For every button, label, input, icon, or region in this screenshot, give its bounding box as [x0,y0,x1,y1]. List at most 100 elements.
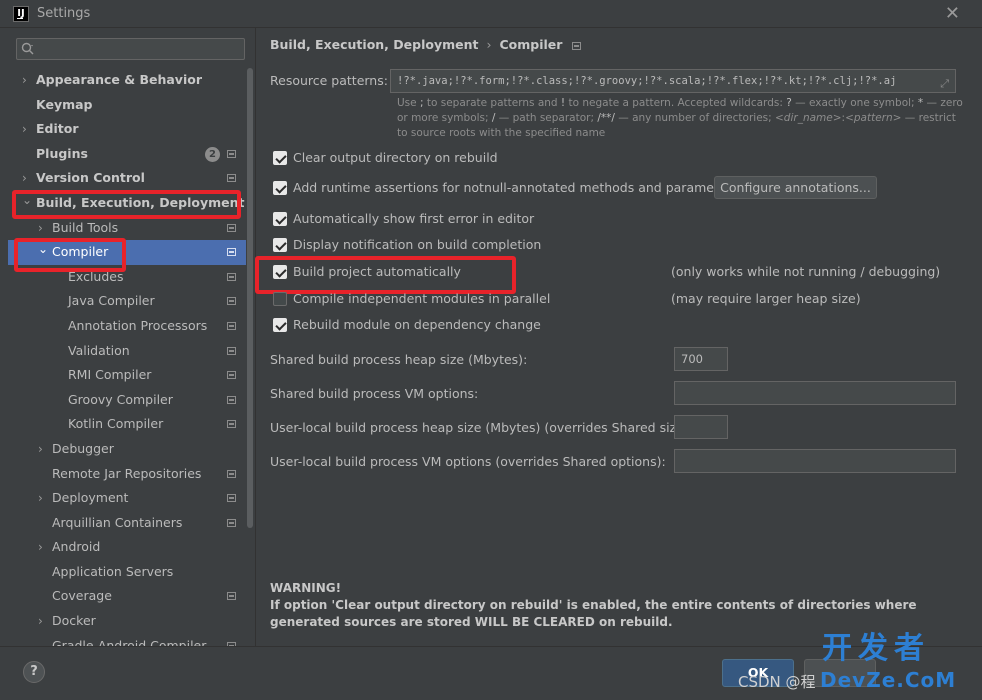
sidebar-item[interactable]: › Appearance & Behavior [8,68,246,93]
field-label: Shared build process VM options: [270,386,479,401]
warning-text: If option 'Clear output directory on reb… [270,598,917,629]
chevron-right-icon[interactable]: › [38,437,50,462]
sidebar-item[interactable]: Kotlin Compiler [8,412,246,437]
sidebar-item[interactable]: Application Servers [8,560,246,585]
sidebar-item-label: RMI Compiler [68,367,152,383]
chevron-right-icon[interactable]: › [38,486,50,511]
project-scope-icon [227,371,236,380]
chevron-right-icon[interactable]: › [22,68,34,93]
option-label[interactable]: Automatically show first error in editor [293,211,534,226]
sidebar-item[interactable]: › Docker [8,609,246,634]
sidebar-item-label: Build Tools [52,219,119,235]
sidebar-item[interactable]: Gradle-Android Compiler [8,634,246,646]
project-scope-icon [227,469,236,478]
search-icon [21,42,34,55]
field-input[interactable] [674,449,956,473]
brand-watermark: 开发者 [822,631,930,666]
option-checkbox[interactable] [273,181,287,195]
breadcrumb-parent[interactable]: Build, Execution, Deployment [270,37,478,52]
resource-patterns-hint: Use ; to separate patterns and ! to nega… [397,97,963,139]
close-icon[interactable]: ✕ [945,3,960,24]
sidebar-item[interactable]: Coverage [8,584,246,609]
project-scope-icon [227,248,236,257]
sidebar-item-label: Application Servers [52,563,174,579]
sidebar-item-label: Keymap [36,96,93,112]
field-label: Shared build process heap size (Mbytes): [270,352,528,367]
option-checkbox[interactable] [273,318,287,332]
chevron-right-icon[interactable]: › [22,117,34,142]
expand-icon[interactable]: ⤢ [940,73,949,95]
sidebar-item[interactable]: › Debugger [8,437,246,462]
breadcrumb: Build, Execution, Deployment › Compiler [270,37,582,52]
configure-annotations-button[interactable]: Configure annotations... [714,176,877,199]
project-scope-icon [227,420,236,429]
sidebar-item-label: Java Compiler [68,293,155,309]
option-checkbox[interactable] [273,265,287,279]
option-label[interactable]: Display notification on build completion [293,237,541,252]
option-label[interactable]: Clear output directory on rebuild [293,150,498,165]
sidebar-item[interactable]: Arquillian Containers [8,511,246,536]
project-scope-icon [227,494,236,503]
compiler-settings-panel: Build, Execution, Deployment › Compiler Re… [258,28,974,646]
field-input[interactable] [674,381,956,405]
resource-patterns-value: !?*.java;!?*.form;!?*.class;!?*.groovy;!… [397,75,897,87]
sidebar-item-label: Arquillian Containers [52,514,183,530]
sidebar-item-label: Android [52,539,101,555]
option-label[interactable]: Compile independent modules in parallel [293,291,550,306]
sidebar-item[interactable]: › Android [8,535,246,560]
project-scope-icon [227,346,236,355]
sidebar-item-label: Debugger [52,440,114,456]
sidebar-item[interactable]: Groovy Compiler [8,388,246,413]
project-scope-icon [227,174,236,183]
option-note: (only works while not running / debuggin… [671,264,941,279]
chevron-right-icon[interactable]: › [38,609,50,634]
update-count-badge: 2 [205,146,220,162]
intellij-logo-icon: IJ [13,6,29,22]
settings-search-input[interactable] [16,38,245,60]
option-checkbox[interactable] [273,292,287,306]
settings-tree: › Appearance & Behavior Keymap › Editor Plugi… [8,68,246,646]
csdn-watermark: CSDN @程 [738,673,816,691]
help-button[interactable]: ? [23,661,45,683]
field-label: User-local build process heap size (Mbyt… [270,420,693,435]
sidebar-item[interactable]: RMI Compiler [8,363,246,388]
sidebar-item[interactable]: › Version Control [8,166,246,191]
project-scope-icon [227,272,236,281]
sidebar-item-label: Kotlin Compiler [68,416,164,432]
option-checkbox[interactable] [273,151,287,165]
warning-message: WARNING! If option 'Clear output directo… [270,580,960,631]
option-checkbox[interactable] [273,212,287,226]
sidebar-item[interactable]: Annotation Processors [8,314,246,339]
sidebar-scrollbar[interactable] [247,68,253,528]
breadcrumb-separator: › [486,37,492,52]
sidebar-item[interactable]: Remote Jar Repositories [8,462,246,487]
option-label[interactable]: Build project automatically [293,264,461,279]
breadcrumb-current: Compiler [499,37,563,52]
sidebar-item-label: Coverage [52,588,112,604]
sidebar-item[interactable]: Keymap [8,93,246,118]
sidebar-item-label: Docker [52,613,96,629]
resource-patterns-label: Resource patterns: [270,73,388,88]
annotation-box-compiler [14,238,126,272]
option-label[interactable]: Rebuild module on dependency change [293,317,541,332]
window-title: Settings [37,6,91,21]
option-label[interactable]: Add runtime assertions for notnull-annot… [293,180,738,195]
sidebar-item[interactable]: Validation [8,339,246,364]
sidebar-item[interactable]: › Editor [8,117,246,142]
sidebar-item[interactable]: Plugins 2 [8,142,246,167]
title-bar: IJ Settings ✕ [0,0,982,28]
sidebar-item-label: Plugins [36,145,88,161]
sidebar-item-label: Appearance & Behavior [36,72,202,87]
sidebar-item[interactable]: Java Compiler [8,289,246,314]
sidebar-item-label: Version Control [36,170,145,186]
field-input[interactable] [674,415,728,439]
field-input[interactable]: 700 [674,347,728,371]
sidebar-item[interactable]: › Deployment [8,486,246,511]
chevron-right-icon[interactable]: › [38,535,50,560]
option-checkbox[interactable] [273,238,287,252]
field-label: User-local build process VM options (ove… [270,454,666,469]
project-scope-icon [227,149,236,158]
resource-patterns-input[interactable]: !?*.java;!?*.form;!?*.class;!?*.groovy;!… [390,69,956,93]
project-scope-icon [227,297,236,306]
project-scope-icon [227,223,236,232]
